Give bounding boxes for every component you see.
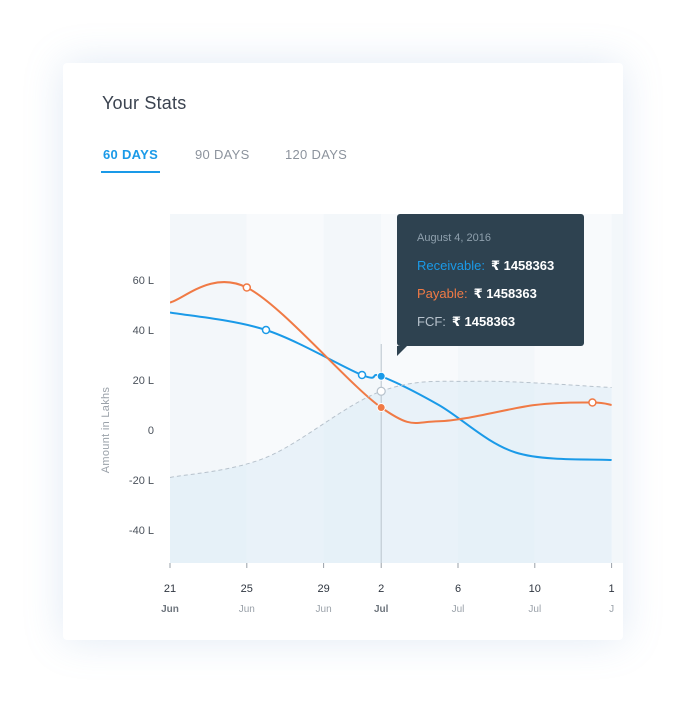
tooltip-date: August 4, 2016 bbox=[417, 232, 492, 244]
highlight-point-fcf bbox=[376, 386, 386, 396]
stats-chart: 60 L40 L20 L0-20 L-40 LAmount in Lakhs21… bbox=[100, 214, 623, 615]
y-tick-label: -40 L bbox=[129, 525, 154, 537]
x-tick-month: J bbox=[609, 604, 614, 615]
y-tick-label: 40 L bbox=[133, 325, 154, 337]
y-tick-label: 60 L bbox=[133, 275, 154, 287]
y-tick-label: -20 L bbox=[129, 475, 154, 487]
tooltip-fcf-label: FCF: bbox=[417, 314, 446, 329]
x-tick-month: Jun bbox=[239, 604, 255, 615]
highlight-point-payable bbox=[376, 403, 386, 412]
x-tick-day: 21 bbox=[164, 583, 176, 595]
tooltip-receivable-label: Receivable: bbox=[417, 258, 485, 273]
tooltip-row-fcf: FCF: ₹ 1458363 bbox=[417, 314, 515, 330]
chart-tooltip: August 4, 2016 Receivable: ₹ 1458363 Paya… bbox=[397, 214, 584, 356]
tooltip-payable-value: ₹ 1458363 bbox=[473, 286, 537, 301]
x-tick-day: 1 bbox=[609, 583, 615, 595]
y-tick-label: 0 bbox=[148, 425, 154, 437]
highlight-point-receivable bbox=[376, 371, 386, 381]
data-point-receivable bbox=[357, 370, 367, 380]
tooltip-row-payable: Payable: ₹ 1458363 bbox=[417, 286, 537, 302]
tooltip-receivable-value: ₹ 1458363 bbox=[490, 258, 555, 273]
x-tick-day: 25 bbox=[241, 583, 253, 595]
x-tick-day: 10 bbox=[529, 583, 541, 595]
x-tick-month: Jul bbox=[528, 604, 541, 615]
data-point-payable bbox=[242, 283, 252, 292]
x-tick-day: 2 bbox=[378, 583, 384, 595]
data-point-payable bbox=[588, 398, 597, 407]
y-tick-label: 20 L bbox=[133, 375, 154, 387]
tooltip-row-receivable: Receivable: ₹ 1458363 bbox=[417, 258, 554, 274]
tooltip-fcf-value: ₹ 1458363 bbox=[451, 314, 516, 329]
tooltip-payable-label: Payable: bbox=[417, 286, 468, 301]
x-tick-month: Jun bbox=[161, 604, 179, 615]
column-band bbox=[611, 214, 623, 563]
y-axis-label: Amount in Lakhs bbox=[100, 387, 112, 474]
x-tick-day: 29 bbox=[317, 583, 329, 595]
x-tick-day: 6 bbox=[455, 583, 461, 595]
x-tick-month: Jul bbox=[452, 604, 465, 615]
stats-card: Your Stats 60 DAYS 90 DAYS 120 DAYS 60 L… bbox=[63, 63, 623, 640]
x-tick-month: Jul bbox=[374, 604, 389, 615]
data-point-receivable bbox=[261, 325, 271, 335]
x-tick-month: Jun bbox=[316, 604, 332, 615]
